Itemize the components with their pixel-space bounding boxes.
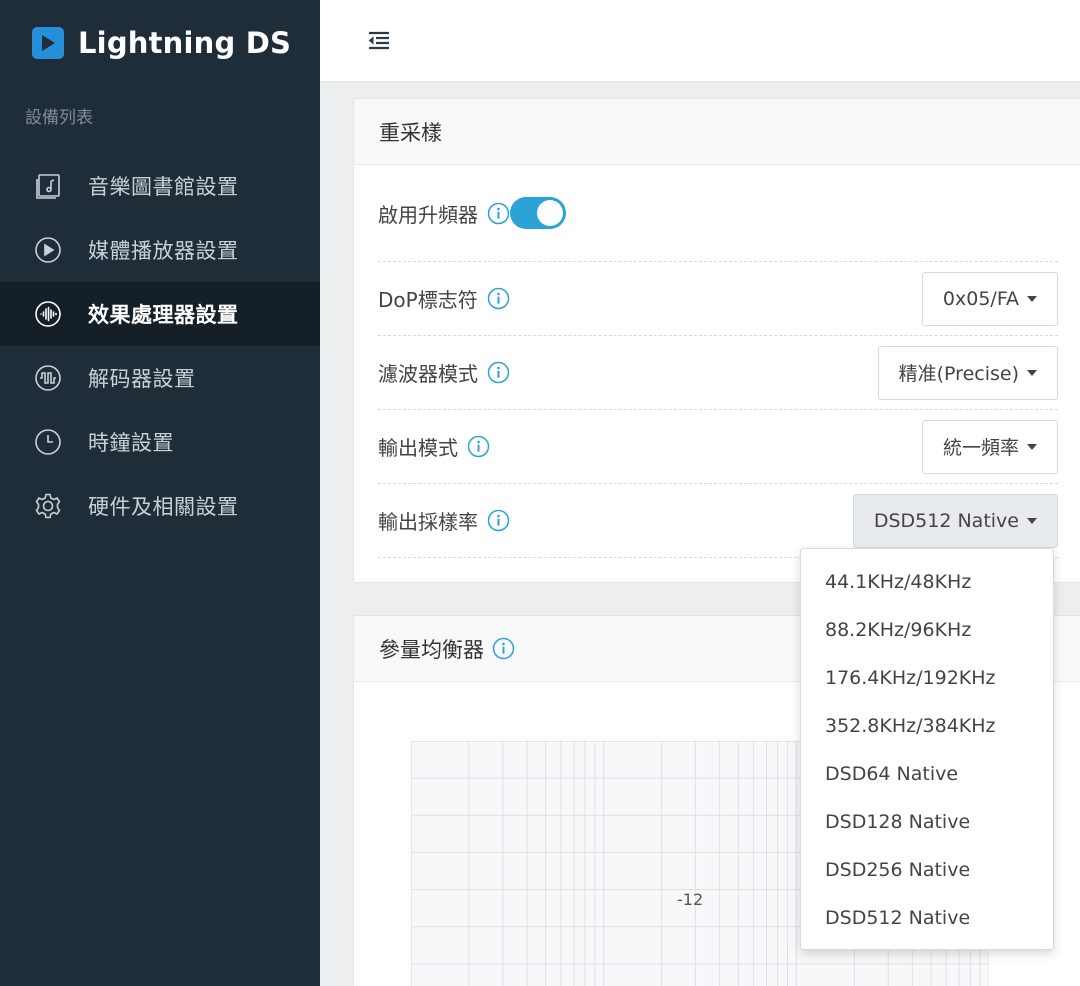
setting-label: 輸出模式 — [378, 436, 458, 460]
setting-row-upsampler: 啟用升頻器 — [378, 165, 1058, 262]
top-bar — [320, 0, 1080, 82]
dropdown-option[interactable]: 352.8KHz/384KHz — [801, 702, 1053, 750]
sidebar-item-decoder[interactable]: 解码器設置 — [0, 346, 320, 410]
sidebar: Lightning DS 設備列表 音樂圖書館設置 媒體播放器設置 效果處理器設… — [0, 0, 320, 986]
resample-settings: 啟用升頻器 DoP標志符 0x05/FA 濾波器模式 精准(Precise) 輸… — [354, 165, 1080, 558]
dropdown-option[interactable]: 44.1KHz/48KHz — [801, 558, 1053, 606]
sidebar-item-label: 媒體播放器設置 — [88, 239, 239, 263]
info-icon[interactable] — [492, 637, 515, 660]
sidebar-item-label: 音樂圖書館設置 — [88, 175, 239, 199]
play-circle-icon — [33, 235, 63, 265]
select-value: 0x05/FA — [942, 287, 1019, 310]
resample-card-header: 重采樣 — [354, 99, 1080, 165]
info-icon[interactable] — [487, 509, 510, 532]
filter-mode-select[interactable]: 精准(Precise) — [877, 345, 1058, 400]
sidebar-nav: 音樂圖書館設置 媒體播放器設置 效果處理器設置 解码器設置 時鐘設置 硬件及相關… — [0, 154, 320, 538]
menu-collapse-icon[interactable] — [366, 28, 392, 54]
select-value: 統一頻率 — [942, 437, 1019, 459]
sidebar-item-media-player[interactable]: 媒體播放器設置 — [0, 218, 320, 282]
output-sample-rate-select[interactable]: DSD512 Native — [852, 493, 1058, 548]
resample-title: 重采樣 — [379, 120, 442, 145]
caret-down-icon — [1027, 295, 1037, 302]
dropdown-option[interactable]: 176.4KHz/192KHz — [801, 654, 1053, 702]
caret-down-icon — [1027, 443, 1037, 450]
toggle-knob — [537, 200, 563, 226]
caret-down-icon — [1027, 517, 1037, 524]
sidebar-item-label: 效果處理器設置 — [88, 303, 239, 327]
info-icon[interactable] — [487, 202, 510, 225]
clock-icon — [33, 427, 63, 457]
info-icon[interactable] — [487, 287, 510, 310]
output-mode-select[interactable]: 統一頻率 — [921, 419, 1058, 474]
sidebar-item-label: 解码器設置 — [88, 367, 196, 391]
sidebar-item-label: 時鐘設置 — [88, 431, 174, 455]
dop-marker-select[interactable]: 0x05/FA — [921, 271, 1058, 326]
dropdown-option[interactable]: 88.2KHz/96KHz — [801, 606, 1053, 654]
setting-row-filter-mode: 濾波器模式 精准(Precise) — [378, 336, 1058, 410]
sidebar-item-hardware[interactable]: 硬件及相關設置 — [0, 474, 320, 538]
eq-axis-tick-label: -12 — [677, 890, 704, 909]
music-library-icon — [33, 171, 63, 201]
app-title: Lightning DS — [78, 26, 292, 60]
gear-icon — [33, 491, 63, 521]
sidebar-section-label: 設備列表 — [25, 108, 93, 128]
setting-row-output-mode: 輸出模式 統一頻率 — [378, 410, 1058, 484]
setting-row-output-sample-rate: 輸出採樣率 DSD512 Native — [378, 484, 1058, 558]
waveform-icon — [33, 299, 63, 329]
sidebar-item-effects-processor[interactable]: 效果處理器設置 — [0, 282, 320, 346]
select-value: 精准(Precise) — [898, 363, 1019, 385]
sample-rate-dropdown-menu: 44.1KHz/48KHz 88.2KHz/96KHz 176.4KHz/192… — [800, 548, 1054, 950]
dropdown-option[interactable]: DSD512 Native — [801, 894, 1053, 942]
eq-title: 參量均衡器 — [379, 637, 484, 662]
setting-label: 濾波器模式 — [378, 362, 478, 386]
info-icon[interactable] — [487, 361, 510, 384]
sidebar-item-clock[interactable]: 時鐘設置 — [0, 410, 320, 474]
dropdown-option[interactable]: DSD256 Native — [801, 846, 1053, 894]
caret-down-icon — [1027, 369, 1037, 376]
brand-logo-icon — [32, 27, 64, 59]
upsampler-toggle[interactable] — [510, 197, 566, 229]
signal-wave-icon — [33, 363, 63, 393]
info-icon[interactable] — [467, 435, 490, 458]
dropdown-option[interactable]: DSD128 Native — [801, 798, 1053, 846]
brand[interactable]: Lightning DS — [0, 0, 320, 86]
setting-row-dop-marker: DoP標志符 0x05/FA — [378, 262, 1058, 336]
setting-label: 啟用升頻器 — [378, 202, 478, 227]
select-value: DSD512 Native — [873, 509, 1019, 532]
resample-card: 重采樣 啟用升頻器 DoP標志符 0x05/FA 濾波器模式 精准(Precis… — [353, 98, 1080, 583]
dropdown-option[interactable]: DSD64 Native — [801, 750, 1053, 798]
setting-label: 輸出採樣率 — [378, 510, 478, 534]
sidebar-item-music-library[interactable]: 音樂圖書館設置 — [0, 154, 320, 218]
sidebar-item-label: 硬件及相關設置 — [88, 495, 239, 519]
setting-label: DoP標志符 — [378, 288, 478, 312]
